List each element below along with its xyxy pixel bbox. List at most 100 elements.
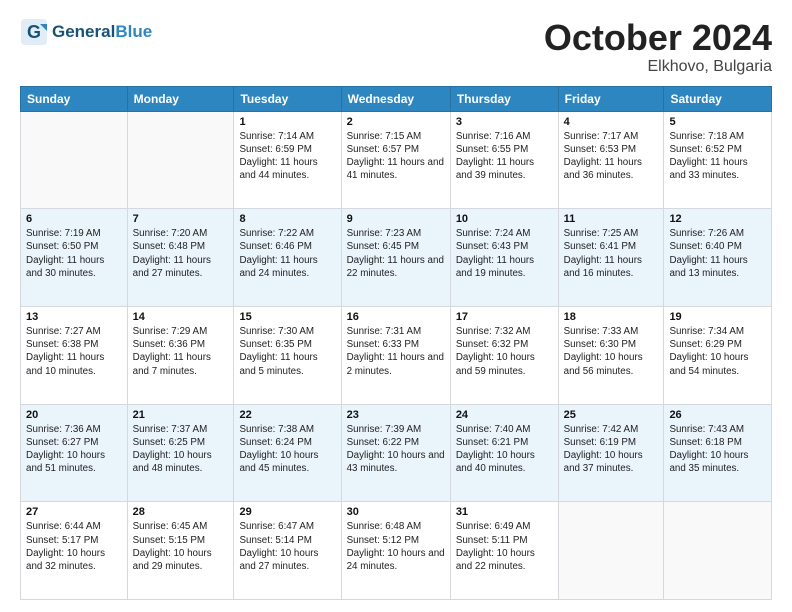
calendar-cell xyxy=(127,111,234,209)
day-of-week-header: Tuesday xyxy=(234,86,341,111)
day-number: 14 xyxy=(133,311,229,323)
calendar-cell: 27 Sunrise: 6:44 AM Sunset: 5:17 PM Dayli… xyxy=(21,502,128,600)
calendar-cell: 22 Sunrise: 7:38 AM Sunset: 6:24 PM Dayli… xyxy=(234,404,341,502)
day-info: Sunrise: 7:15 AM Sunset: 6:57 PM Dayligh… xyxy=(347,130,445,183)
logo-icon: G xyxy=(20,18,48,46)
day-number: 22 xyxy=(239,409,335,421)
calendar-cell: 30 Sunrise: 6:48 AM Sunset: 5:12 PM Dayli… xyxy=(341,502,450,600)
day-info: Sunrise: 7:39 AM Sunset: 6:22 PM Dayligh… xyxy=(347,423,445,476)
day-info: Sunrise: 6:47 AM Sunset: 5:14 PM Dayligh… xyxy=(239,520,335,573)
day-number: 28 xyxy=(133,506,229,518)
calendar-table: SundayMondayTuesdayWednesdayThursdayFrid… xyxy=(20,86,772,600)
day-info: Sunrise: 7:29 AM Sunset: 6:36 PM Dayligh… xyxy=(133,325,229,378)
day-info: Sunrise: 7:17 AM Sunset: 6:53 PM Dayligh… xyxy=(564,130,659,183)
calendar-cell: 14 Sunrise: 7:29 AM Sunset: 6:36 PM Dayli… xyxy=(127,306,234,404)
day-info: Sunrise: 7:19 AM Sunset: 6:50 PM Dayligh… xyxy=(26,227,122,280)
calendar-cell xyxy=(21,111,128,209)
day-number: 29 xyxy=(239,506,335,518)
day-of-week-header: Saturday xyxy=(664,86,772,111)
calendar-cell: 6 Sunrise: 7:19 AM Sunset: 6:50 PM Daylig… xyxy=(21,209,128,307)
calendar-cell: 8 Sunrise: 7:22 AM Sunset: 6:46 PM Daylig… xyxy=(234,209,341,307)
day-info: Sunrise: 7:27 AM Sunset: 6:38 PM Dayligh… xyxy=(26,325,122,378)
day-info: Sunrise: 7:38 AM Sunset: 6:24 PM Dayligh… xyxy=(239,423,335,476)
logo: G GeneralBlue xyxy=(20,18,152,46)
day-info: Sunrise: 7:42 AM Sunset: 6:19 PM Dayligh… xyxy=(564,423,659,476)
calendar-cell: 16 Sunrise: 7:31 AM Sunset: 6:33 PM Dayli… xyxy=(341,306,450,404)
day-info: Sunrise: 6:49 AM Sunset: 5:11 PM Dayligh… xyxy=(456,520,553,573)
day-number: 9 xyxy=(347,213,445,225)
calendar-cell: 3 Sunrise: 7:16 AM Sunset: 6:55 PM Daylig… xyxy=(450,111,558,209)
calendar-cell: 31 Sunrise: 6:49 AM Sunset: 5:11 PM Dayli… xyxy=(450,502,558,600)
calendar-cell: 29 Sunrise: 6:47 AM Sunset: 5:14 PM Dayli… xyxy=(234,502,341,600)
day-of-week-header: Thursday xyxy=(450,86,558,111)
day-number: 15 xyxy=(239,311,335,323)
svg-text:G: G xyxy=(27,22,41,42)
calendar-cell: 5 Sunrise: 7:18 AM Sunset: 6:52 PM Daylig… xyxy=(664,111,772,209)
day-info: Sunrise: 7:34 AM Sunset: 6:29 PM Dayligh… xyxy=(669,325,766,378)
page: G GeneralBlue October 2024 Elkhovo, Bulg… xyxy=(0,0,792,612)
day-number: 21 xyxy=(133,409,229,421)
day-number: 20 xyxy=(26,409,122,421)
day-info: Sunrise: 7:22 AM Sunset: 6:46 PM Dayligh… xyxy=(239,227,335,280)
logo-blue: Blue xyxy=(115,22,152,41)
day-info: Sunrise: 7:18 AM Sunset: 6:52 PM Dayligh… xyxy=(669,130,766,183)
calendar-cell: 10Sunrise: 7:24 AM Sunset: 6:43 PM Dayli… xyxy=(450,209,558,307)
day-number: 19 xyxy=(669,311,766,323)
day-number: 30 xyxy=(347,506,445,518)
day-info: Sunrise: 7:32 AM Sunset: 6:32 PM Dayligh… xyxy=(456,325,553,378)
calendar-cell: 25 Sunrise: 7:42 AM Sunset: 6:19 PM Dayli… xyxy=(558,404,664,502)
day-info: Sunrise: 7:36 AM Sunset: 6:27 PM Dayligh… xyxy=(26,423,122,476)
header: G GeneralBlue October 2024 Elkhovo, Bulg… xyxy=(20,18,772,76)
day-info: Sunrise: 7:20 AM Sunset: 6:48 PM Dayligh… xyxy=(133,227,229,280)
day-number: 18 xyxy=(564,311,659,323)
day-info: Sunrise: 7:43 AM Sunset: 6:18 PM Dayligh… xyxy=(669,423,766,476)
calendar-cell: 13 Sunrise: 7:27 AM Sunset: 6:38 PM Dayli… xyxy=(21,306,128,404)
day-number: 26 xyxy=(669,409,766,421)
day-info: Sunrise: 7:25 AM Sunset: 6:41 PM Dayligh… xyxy=(564,227,659,280)
day-number: 25 xyxy=(564,409,659,421)
day-info: Sunrise: 7:14 AM Sunset: 6:59 PM Dayligh… xyxy=(239,130,335,183)
day-info: Sunrise: 7:24 AM Sunset: 6:43 PM Dayligh… xyxy=(456,227,553,280)
day-info: Sunrise: 7:33 AM Sunset: 6:30 PM Dayligh… xyxy=(564,325,659,378)
day-number: 12 xyxy=(669,213,766,225)
calendar-cell: 4Sunrise: 7:17 AM Sunset: 6:53 PM Daylig… xyxy=(558,111,664,209)
day-number: 11 xyxy=(564,213,659,225)
day-number: 7 xyxy=(133,213,229,225)
day-number: 13 xyxy=(26,311,122,323)
calendar-cell: 23 Sunrise: 7:39 AM Sunset: 6:22 PM Dayli… xyxy=(341,404,450,502)
day-number: 6 xyxy=(26,213,122,225)
title-block: October 2024 Elkhovo, Bulgaria xyxy=(544,18,772,76)
day-of-week-header: Monday xyxy=(127,86,234,111)
month-title: October 2024 xyxy=(544,18,772,58)
day-number: 27 xyxy=(26,506,122,518)
day-info: Sunrise: 6:48 AM Sunset: 5:12 PM Dayligh… xyxy=(347,520,445,573)
day-info: Sunrise: 7:30 AM Sunset: 6:35 PM Dayligh… xyxy=(239,325,335,378)
day-number: 5 xyxy=(669,116,766,128)
day-info: Sunrise: 6:44 AM Sunset: 5:17 PM Dayligh… xyxy=(26,520,122,573)
calendar-cell: 12 Sunrise: 7:26 AM Sunset: 6:40 PM Dayli… xyxy=(664,209,772,307)
day-number: 24 xyxy=(456,409,553,421)
day-number: 8 xyxy=(239,213,335,225)
day-of-week-header: Sunday xyxy=(21,86,128,111)
day-number: 1 xyxy=(239,116,335,128)
location: Elkhovo, Bulgaria xyxy=(544,58,772,76)
day-number: 31 xyxy=(456,506,553,518)
day-info: Sunrise: 7:16 AM Sunset: 6:55 PM Dayligh… xyxy=(456,130,553,183)
calendar-cell xyxy=(664,502,772,600)
calendar-cell: 24Sunrise: 7:40 AM Sunset: 6:21 PM Dayli… xyxy=(450,404,558,502)
calendar-cell: 17Sunrise: 7:32 AM Sunset: 6:32 PM Dayli… xyxy=(450,306,558,404)
calendar-cell: 21 Sunrise: 7:37 AM Sunset: 6:25 PM Dayli… xyxy=(127,404,234,502)
logo-general: General xyxy=(52,22,115,41)
calendar-cell: 9Sunrise: 7:23 AM Sunset: 6:45 PM Daylig… xyxy=(341,209,450,307)
day-of-week-header: Wednesday xyxy=(341,86,450,111)
day-info: Sunrise: 7:37 AM Sunset: 6:25 PM Dayligh… xyxy=(133,423,229,476)
calendar-cell: 15 Sunrise: 7:30 AM Sunset: 6:35 PM Dayli… xyxy=(234,306,341,404)
day-info: Sunrise: 7:31 AM Sunset: 6:33 PM Dayligh… xyxy=(347,325,445,378)
calendar-cell: 2Sunrise: 7:15 AM Sunset: 6:57 PM Daylig… xyxy=(341,111,450,209)
calendar-cell: 1 Sunrise: 7:14 AM Sunset: 6:59 PM Daylig… xyxy=(234,111,341,209)
day-number: 16 xyxy=(347,311,445,323)
calendar-cell: 18 Sunrise: 7:33 AM Sunset: 6:30 PM Dayli… xyxy=(558,306,664,404)
day-info: Sunrise: 7:26 AM Sunset: 6:40 PM Dayligh… xyxy=(669,227,766,280)
day-number: 3 xyxy=(456,116,553,128)
day-number: 23 xyxy=(347,409,445,421)
